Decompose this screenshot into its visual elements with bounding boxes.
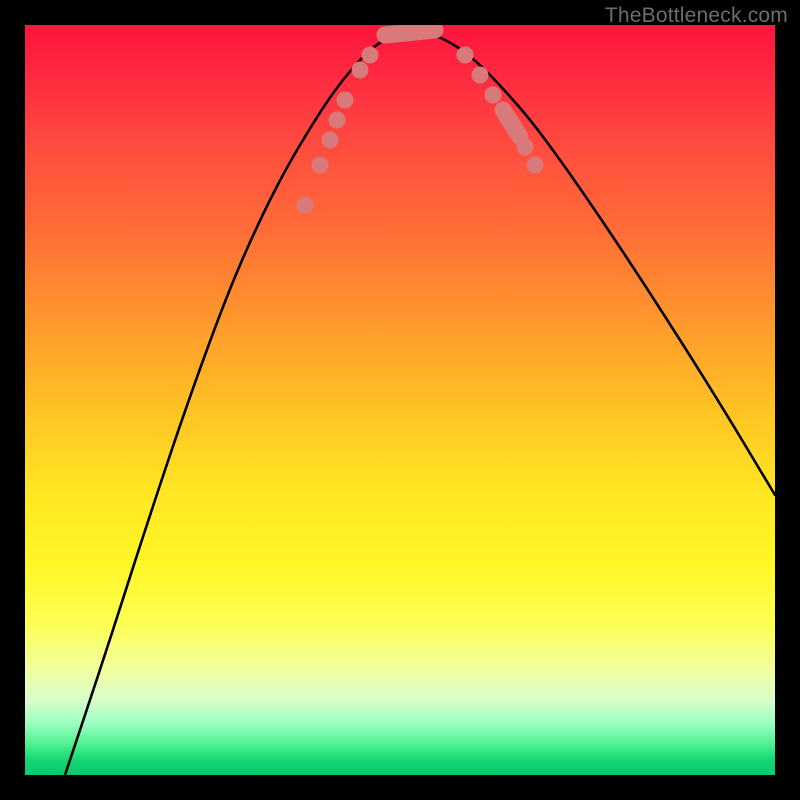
chart-frame: TheBottleneck.com <box>0 0 800 800</box>
plot-area <box>25 25 775 775</box>
curve-marker-dot <box>362 47 379 64</box>
curve-marker-dot <box>322 132 339 149</box>
marker-layer <box>297 25 544 214</box>
watermark-text: TheBottleneck.com <box>605 4 788 28</box>
curve-layer <box>25 25 775 775</box>
curve-marker-dot <box>337 92 354 109</box>
curve-marker-dot <box>485 87 502 104</box>
left-curve <box>65 30 415 775</box>
bottleneck-curve <box>65 30 775 775</box>
curve-marker-dot <box>312 157 329 174</box>
curve-marker-dot <box>352 62 369 79</box>
curve-marker-pill <box>376 25 445 44</box>
right-curve <box>415 30 775 495</box>
curve-marker-dot <box>472 67 489 84</box>
curve-marker-dot <box>297 197 314 214</box>
curve-marker-dot <box>457 47 474 64</box>
curve-marker-dot <box>527 157 544 174</box>
curve-marker-dot <box>329 112 346 129</box>
curve-marker-dot <box>517 139 534 156</box>
